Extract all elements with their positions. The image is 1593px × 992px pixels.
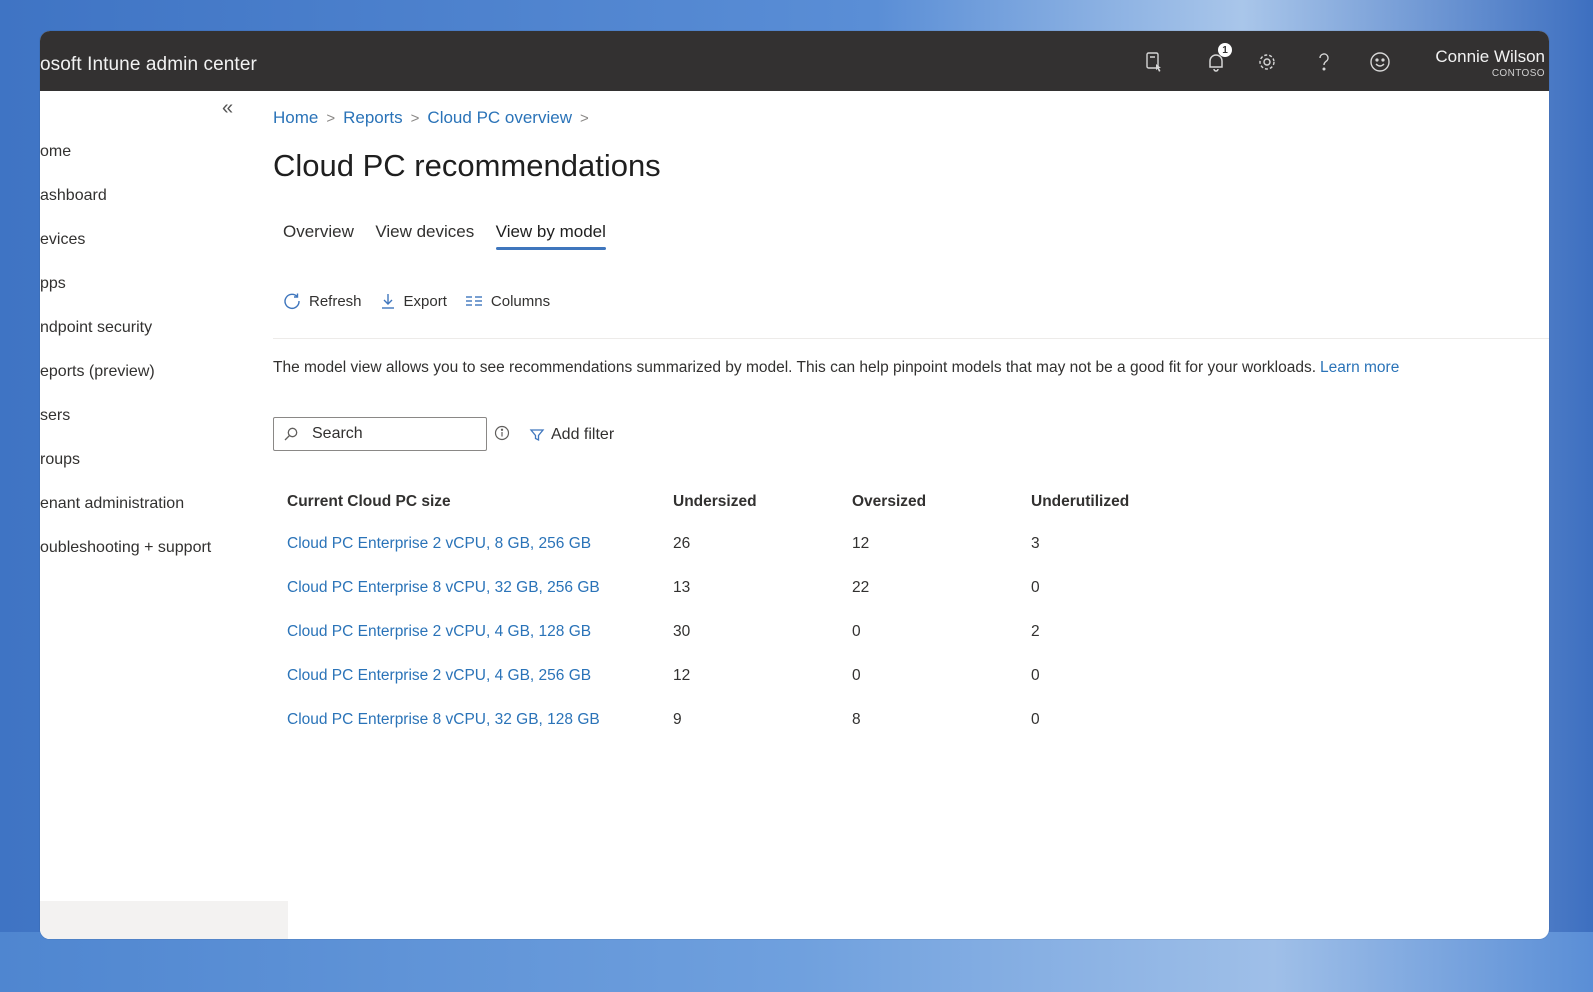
desktop-backdrop	[0, 932, 1593, 992]
sidebar-item-apps[interactable]: pps	[40, 275, 66, 293]
model-link[interactable]: Cloud PC Enterprise 8 vCPU, 32 GB, 128 G…	[287, 709, 600, 731]
account-menu[interactable]: Connie Wilson CONTOSO	[1435, 47, 1545, 79]
command-bar: Refresh Export Columns	[283, 292, 568, 310]
description-text: The model view allows you to see recomme…	[273, 359, 1317, 376]
breadcrumb-reports[interactable]: Reports	[343, 108, 403, 128]
undersized-count: 13	[673, 579, 691, 596]
undersized-count: 9	[673, 711, 682, 728]
feedback-smiley-icon[interactable]	[1367, 49, 1393, 75]
sidebar-item-users[interactable]: sers	[40, 407, 70, 425]
model-link[interactable]: Cloud PC Enterprise 2 vCPU, 8 GB, 256 GB	[287, 533, 591, 555]
model-link[interactable]: Cloud PC Enterprise 2 vCPU, 4 GB, 128 GB	[287, 621, 591, 643]
model-link[interactable]: Cloud PC Enterprise 2 vCPU, 4 GB, 256 GB	[287, 665, 591, 687]
sidebar-item-dashboard[interactable]: ashboard	[40, 187, 107, 205]
add-filter-button[interactable]: Add filter	[529, 426, 614, 444]
columns-label: Columns	[490, 292, 551, 310]
export-button[interactable]: Export	[380, 292, 447, 310]
app-title: osoft Intune admin center	[40, 54, 257, 75]
underutilized-count: 0	[1031, 579, 1040, 596]
notification-bell-icon[interactable]: 1	[1203, 43, 1232, 75]
add-filter-label: Add filter	[551, 426, 615, 443]
sidebar-item-tenant-administration[interactable]: enant administration	[40, 495, 184, 513]
refresh-button[interactable]: Refresh	[283, 292, 362, 310]
page-title: Cloud PC recommendations	[273, 148, 661, 183]
column-header-underutilized[interactable]: Underutilized	[1031, 491, 1129, 513]
undersized-count: 30	[673, 623, 691, 640]
breadcrumb-home[interactable]: Home	[273, 108, 318, 128]
search-box[interactable]	[273, 417, 487, 451]
export-label: Export	[403, 292, 447, 310]
top-bar: osoft Intune admin center 1 Connie Wilso…	[40, 31, 1549, 91]
app-window: osoft Intune admin center 1 Connie Wilso…	[40, 31, 1549, 939]
sidebar-item-troubleshooting[interactable]: oubleshooting + support	[40, 539, 211, 557]
column-header-oversized[interactable]: Oversized	[852, 491, 926, 513]
settings-gear-icon[interactable]	[1254, 49, 1280, 75]
breadcrumb: Home > Reports > Cloud PC overview >	[273, 108, 597, 128]
chevron-right-icon: >	[410, 110, 420, 127]
remote-device-icon[interactable]	[1141, 49, 1167, 75]
page-description: The model view allows you to see recomme…	[273, 359, 1399, 377]
refresh-label: Refresh	[309, 292, 362, 310]
refresh-icon	[283, 292, 301, 310]
chevron-right-icon: >	[326, 110, 336, 127]
underutilized-count: 3	[1031, 535, 1040, 552]
underutilized-count: 0	[1031, 711, 1040, 728]
undersized-count: 26	[673, 535, 691, 552]
tab-overview[interactable]: Overview	[283, 222, 354, 250]
sidebar-item-home[interactable]: ome	[40, 143, 71, 161]
tab-view-devices[interactable]: View devices	[375, 222, 474, 250]
underutilized-count: 2	[1031, 623, 1040, 640]
search-icon	[284, 427, 298, 441]
collapse-sidebar-icon[interactable]: «	[222, 97, 233, 120]
learn-more-link[interactable]: Learn more	[1320, 359, 1399, 376]
filter-icon	[529, 427, 545, 443]
oversized-count: 12	[852, 535, 870, 552]
info-icon[interactable]	[494, 425, 510, 441]
column-header-undersized[interactable]: Undersized	[673, 491, 757, 513]
tab-view-by-model[interactable]: View by model	[495, 222, 607, 250]
notification-count-badge: 1	[1218, 43, 1232, 57]
columns-icon	[465, 294, 483, 308]
oversized-count: 22	[852, 579, 870, 596]
oversized-count: 8	[852, 711, 861, 728]
sidebar-item-endpoint-security[interactable]: ndpoint security	[40, 319, 152, 337]
sidebar-item-devices[interactable]: evices	[40, 231, 85, 249]
columns-button[interactable]: Columns	[465, 293, 550, 310]
column-header-current-size[interactable]: Current Cloud PC size	[287, 491, 451, 513]
sidebar-footer	[40, 901, 288, 939]
sidebar-nav: « ome ashboard evices pps ndpoint securi…	[40, 91, 288, 939]
tab-bar: Overview View devices View by model	[283, 222, 623, 258]
underutilized-count: 0	[1031, 667, 1040, 684]
oversized-count: 0	[852, 623, 861, 640]
export-download-icon	[380, 292, 396, 310]
breadcrumb-cloud-pc-overview[interactable]: Cloud PC overview	[427, 108, 572, 128]
user-name: Connie Wilson	[1435, 47, 1545, 66]
undersized-count: 12	[673, 667, 691, 684]
oversized-count: 0	[852, 667, 861, 684]
help-icon[interactable]	[1311, 49, 1337, 75]
search-input[interactable]	[312, 425, 462, 443]
tenant-name: CONTOSO	[1491, 68, 1545, 79]
sidebar-item-groups[interactable]: roups	[40, 451, 80, 469]
model-link[interactable]: Cloud PC Enterprise 8 vCPU, 32 GB, 256 G…	[287, 577, 600, 599]
sidebar-item-reports[interactable]: eports (preview)	[40, 363, 155, 381]
main-content: Home > Reports > Cloud PC overview > Cloud PC…	[273, 91, 1549, 939]
divider	[273, 338, 1549, 339]
chevron-right-icon: >	[579, 110, 589, 127]
